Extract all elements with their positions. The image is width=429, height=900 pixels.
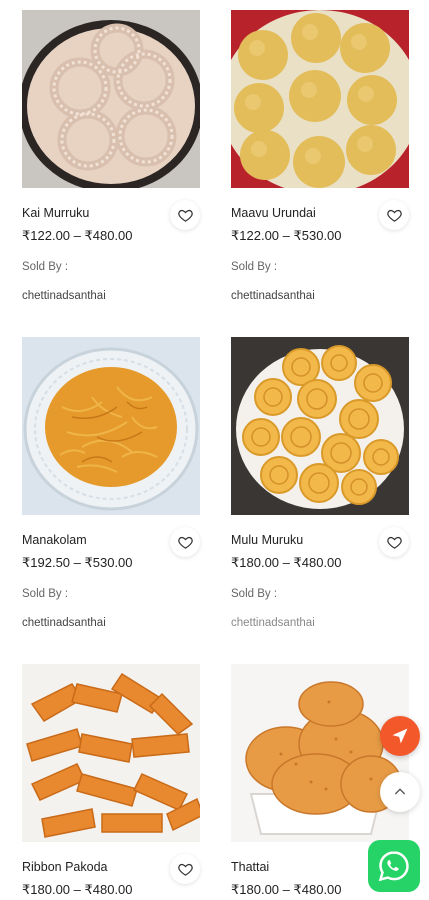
product-name[interactable]: Kai Murruku [22, 206, 89, 220]
send-button[interactable] [380, 716, 420, 756]
wishlist-button[interactable] [379, 527, 409, 557]
seller-name[interactable]: chettinadsanthai [22, 617, 106, 629]
product-image[interactable] [231, 664, 409, 842]
whatsapp-icon [378, 851, 409, 882]
thattai-image [231, 664, 409, 842]
ribbon-pakoda-image [22, 664, 200, 842]
product-card[interactable]: Mulu Muruku ₹180.00 – ₹480.00 Sold By : … [231, 337, 409, 637]
sold-by-label: Sold By : [22, 588, 69, 600]
product-price: ₹180.00 – ₹480.00 [231, 882, 342, 897]
sold-by-label: Sold By : [231, 261, 278, 273]
product-name[interactable]: Mulu Muruku [231, 533, 303, 547]
product-image[interactable] [231, 10, 409, 188]
product-image[interactable] [22, 10, 200, 188]
chevron-up-icon [394, 788, 406, 795]
product-price: ₹122.00 – ₹480.00 [22, 228, 133, 243]
murukku-image [22, 10, 200, 188]
product-card[interactable]: Ribbon Pakoda ₹180.00 – ₹480.00 [22, 664, 200, 900]
product-image[interactable] [22, 664, 200, 842]
mixture-image [22, 337, 200, 515]
seller-name[interactable]: chettinadsanthai [231, 290, 315, 302]
product-price: ₹180.00 – ₹480.00 [22, 882, 133, 897]
sold-by-label: Sold By : [22, 261, 69, 273]
sold-by-label: Sold By : [231, 588, 278, 600]
seller-name[interactable]: chettinadsanthai [22, 290, 106, 302]
whatsapp-button[interactable] [368, 840, 420, 892]
product-image[interactable] [22, 337, 200, 515]
wishlist-button[interactable] [170, 527, 200, 557]
heart-icon [386, 209, 402, 222]
product-price: ₹122.00 – ₹530.00 [231, 228, 342, 243]
wishlist-button[interactable] [170, 200, 200, 230]
heart-icon [177, 863, 193, 876]
product-name[interactable]: Thattai [231, 860, 269, 874]
product-card[interactable]: Maavu Urundai ₹122.00 – ₹530.00 Sold By … [231, 10, 409, 310]
seller-name[interactable]: chettinadsanthai [231, 617, 315, 629]
product-image[interactable] [231, 337, 409, 515]
paper-plane-icon [392, 728, 408, 744]
heart-icon [177, 209, 193, 222]
product-card[interactable]: Manakolam ₹192.50 – ₹530.00 Sold By : ch… [22, 337, 200, 637]
product-price: ₹192.50 – ₹530.00 [22, 555, 133, 570]
product-price: ₹180.00 – ₹480.00 [231, 555, 342, 570]
scroll-to-top-button[interactable] [380, 772, 420, 812]
spiral-murukku-image [231, 337, 409, 515]
wishlist-button[interactable] [170, 854, 200, 884]
product-card[interactable]: Kai Murruku ₹122.00 – ₹480.00 Sold By : … [22, 10, 200, 310]
product-name[interactable]: Maavu Urundai [231, 206, 316, 220]
product-name[interactable]: Ribbon Pakoda [22, 860, 107, 874]
product-name[interactable]: Manakolam [22, 533, 87, 547]
laddu-image [231, 10, 409, 188]
heart-icon [177, 536, 193, 549]
heart-icon [386, 536, 402, 549]
wishlist-button[interactable] [379, 200, 409, 230]
